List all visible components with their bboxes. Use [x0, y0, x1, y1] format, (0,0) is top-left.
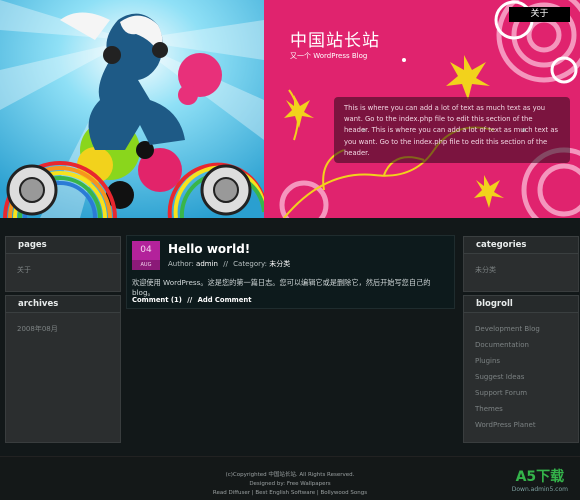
watermark-logo: A5下载 Down.admin5.com: [512, 466, 568, 493]
comment-count-link[interactable]: Comment (1): [132, 296, 182, 304]
post-date-day: 04: [140, 245, 152, 255]
nav-about-button[interactable]: 关于: [509, 7, 570, 22]
blogroll-link[interactable]: Themes: [475, 401, 567, 417]
categories-widget-title: categories: [463, 236, 579, 254]
blogroll-link[interactable]: Plugins: [475, 353, 567, 369]
blogroll-widget-title: blogroll: [463, 295, 579, 313]
archive-link-2008-08[interactable]: 2008年08月: [17, 321, 109, 337]
page: 关于 中国站长站 又一个 WordPress Blog This is wher…: [0, 0, 580, 500]
post-date-badge: 04 AUG: [132, 241, 160, 270]
footer-links[interactable]: Read Diffuser | Best English Software | …: [0, 489, 580, 498]
meta-separator: //: [223, 260, 228, 268]
site-tagline: 又一个 WordPress Blog: [290, 52, 368, 60]
pages-widget-title: pages: [5, 236, 121, 254]
blogroll-widget: Development Blog Documentation Plugins S…: [463, 313, 579, 443]
blogroll-link[interactable]: WordPress Planet: [475, 417, 567, 433]
pages-widget: 关于: [5, 254, 121, 292]
post-body: 欢迎使用 WordPress。这是您的第一篇日志。您可以编辑它或是删除它，然后开…: [132, 278, 431, 297]
header: 关于 中国站长站 又一个 WordPress Blog This is wher…: [0, 0, 580, 218]
add-comment-link[interactable]: Add Comment: [198, 296, 252, 304]
post-card: 04 AUG Hello world! Author: admin // Cat…: [126, 235, 455, 309]
author-label: Author:: [168, 260, 194, 268]
category-link-uncategorized[interactable]: 未分类: [475, 262, 567, 278]
footer-separator: //: [187, 296, 193, 304]
categories-widget: 未分类: [463, 254, 579, 292]
post-meta: Author: admin // Category: 未分类: [168, 259, 290, 269]
blogroll-link[interactable]: Documentation: [475, 337, 567, 353]
post-date-month: AUG: [132, 260, 160, 270]
watermark-main: A5下载: [515, 469, 565, 485]
author-link[interactable]: admin: [196, 260, 218, 268]
site-title[interactable]: 中国站长站: [290, 26, 380, 51]
page-link-about[interactable]: 关于: [17, 262, 109, 278]
blogroll-link[interactable]: Development Blog: [475, 321, 567, 337]
blogroll-link[interactable]: Suggest Ideas: [475, 369, 567, 385]
category-link[interactable]: 未分类: [269, 260, 290, 268]
right-sidebar: categories 未分类 blogroll Development Blog…: [463, 236, 579, 443]
category-label: Category:: [233, 260, 267, 268]
archives-widget: 2008年08月: [5, 313, 121, 443]
post-title-link[interactable]: Hello world!: [168, 242, 250, 256]
footer: (c)Copyrighted 中国站长站. All Rights Reserve…: [0, 456, 580, 500]
blogroll-link[interactable]: Support Forum: [475, 385, 567, 401]
archives-widget-title: archives: [5, 295, 121, 313]
left-sidebar: pages 关于 archives 2008年08月: [5, 236, 121, 443]
header-artwork-dj: [0, 0, 264, 218]
header-description-box: This is where you can add a lot of text …: [334, 97, 570, 163]
post-footer: Comment (1) // Add Comment: [132, 296, 251, 304]
footer-copyright: (c)Copyrighted 中国站长站. All Rights Reserve…: [225, 472, 355, 478]
watermark-sub: Down.admin5.com: [511, 486, 568, 493]
footer-designer[interactable]: Designed by: Free Wallpapers: [0, 480, 580, 489]
